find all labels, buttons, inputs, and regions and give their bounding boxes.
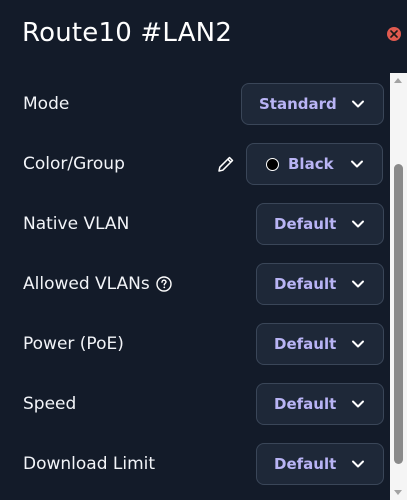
scroll-up-arrow-icon[interactable] bbox=[394, 78, 402, 83]
scrollbar[interactable] bbox=[390, 73, 407, 500]
native-vlan-select[interactable]: Default bbox=[256, 203, 384, 245]
download-limit-select[interactable]: Default bbox=[256, 443, 384, 485]
allowed-vlans-value: Default bbox=[274, 275, 337, 293]
mode-select[interactable]: Standard bbox=[241, 83, 384, 125]
native-vlan-label: Native VLAN bbox=[23, 214, 130, 234]
chevron-down-icon bbox=[352, 280, 364, 288]
mode-row: Mode Standard bbox=[0, 82, 390, 126]
mode-value: Standard bbox=[259, 95, 337, 113]
color-swatch bbox=[266, 157, 279, 171]
power-select[interactable]: Default bbox=[256, 323, 384, 365]
port-settings-panel: Route10 #LAN2 Mode Standard Color/Group … bbox=[0, 0, 407, 500]
chevron-down-icon bbox=[352, 460, 364, 468]
power-row: Power (PoE) Default bbox=[0, 322, 390, 366]
mode-label: Mode bbox=[23, 94, 70, 114]
chevron-down-icon bbox=[352, 340, 364, 348]
download-limit-label: Download Limit bbox=[23, 454, 156, 474]
color-group-row: Color/Group Black bbox=[0, 142, 390, 186]
power-label: Power (PoE) bbox=[23, 334, 124, 354]
allowed-vlans-label-wrap: Allowed VLANs bbox=[23, 274, 172, 294]
color-group-value: Black bbox=[288, 155, 334, 173]
chevron-down-icon bbox=[352, 100, 364, 108]
chevron-down-icon bbox=[352, 400, 364, 408]
help-circle-icon[interactable] bbox=[156, 276, 172, 292]
color-group-select[interactable]: Black bbox=[246, 143, 383, 185]
scrollbar-thumb[interactable] bbox=[394, 164, 403, 464]
chevron-down-icon bbox=[351, 160, 363, 168]
chevron-down-icon bbox=[352, 220, 364, 228]
allowed-vlans-row: Allowed VLANs Default bbox=[0, 262, 390, 306]
power-value: Default bbox=[274, 335, 337, 353]
speed-row: Speed Default bbox=[0, 382, 390, 426]
native-vlan-value: Default bbox=[274, 215, 337, 233]
allowed-vlans-select[interactable]: Default bbox=[256, 263, 384, 305]
native-vlan-row: Native VLAN Default bbox=[0, 202, 390, 246]
pencil-icon[interactable] bbox=[216, 154, 236, 174]
color-group-label: Color/Group bbox=[23, 154, 125, 174]
allowed-vlans-label: Allowed VLANs bbox=[23, 274, 150, 294]
download-limit-row: Download Limit Default bbox=[0, 442, 390, 486]
speed-value: Default bbox=[274, 395, 337, 413]
speed-select[interactable]: Default bbox=[256, 383, 384, 425]
scroll-down-arrow-icon[interactable] bbox=[394, 490, 402, 495]
close-icon[interactable] bbox=[387, 27, 401, 41]
page-title: Route10 #LAN2 bbox=[22, 18, 233, 48]
download-limit-value: Default bbox=[274, 455, 337, 473]
speed-label: Speed bbox=[23, 394, 77, 414]
